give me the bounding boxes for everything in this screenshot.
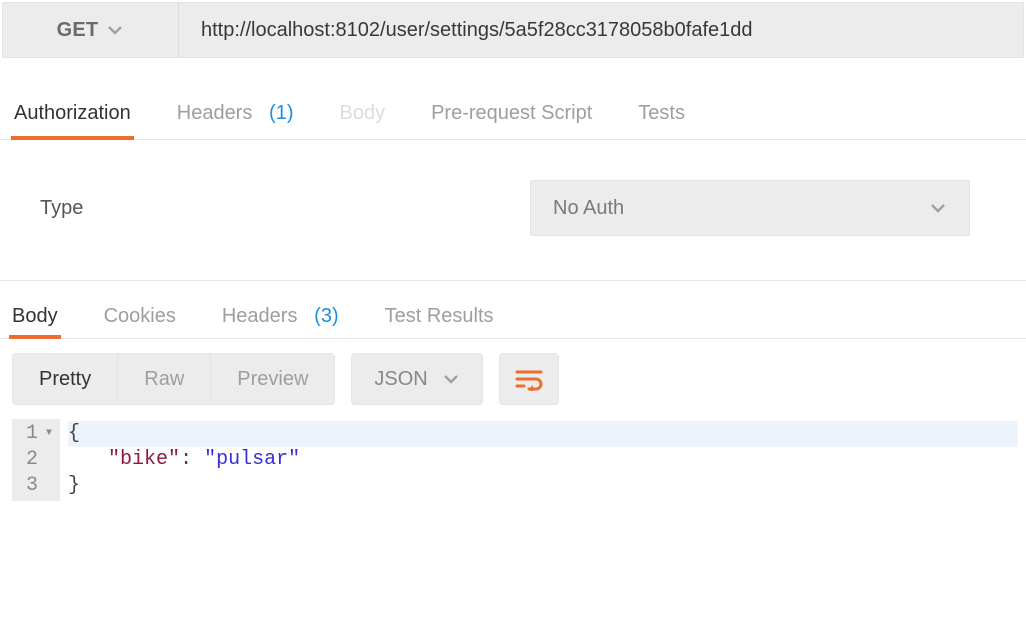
response-toolbar: Pretty Raw Preview JSON: [0, 339, 1026, 419]
format-selected-value: JSON: [374, 368, 427, 391]
view-mode-pretty[interactable]: Pretty: [13, 354, 118, 404]
tab-body[interactable]: Body: [340, 102, 386, 139]
chevron-down-icon: [929, 202, 947, 214]
response-tab-test-results[interactable]: Test Results: [385, 305, 494, 338]
view-mode-group: Pretty Raw Preview: [12, 353, 335, 405]
tab-label: Cookies: [104, 305, 176, 327]
tab-label: Headers: [222, 305, 298, 327]
auth-type-select[interactable]: No Auth: [530, 180, 970, 236]
http-method-select[interactable]: GET: [2, 2, 178, 58]
chevron-down-icon: [442, 373, 460, 385]
tab-headers[interactable]: Headers (1): [177, 102, 294, 139]
tab-label: Pre-request Script: [431, 102, 592, 124]
view-mode-label: Pretty: [39, 368, 91, 391]
tab-label: Authorization: [14, 102, 131, 124]
tab-label: Headers: [177, 102, 253, 124]
wrap-icon: [514, 367, 544, 391]
view-mode-label: Preview: [237, 368, 308, 391]
tab-authorization[interactable]: Authorization: [14, 102, 131, 139]
tab-tests[interactable]: Tests: [638, 102, 685, 139]
auth-selected-value: No Auth: [553, 197, 624, 220]
line-number: 1: [26, 421, 38, 447]
view-mode-preview[interactable]: Preview: [211, 354, 334, 404]
response-tab-headers[interactable]: Headers (3): [222, 305, 339, 338]
tab-label: Body: [340, 102, 386, 124]
tab-label: Tests: [638, 102, 685, 124]
fold-icon[interactable]: ▼: [42, 421, 52, 447]
code-content: { "bike": "pulsar" }: [60, 419, 1026, 501]
response-tab-body[interactable]: Body: [12, 305, 58, 338]
auth-panel: Type No Auth: [0, 140, 1026, 281]
response-format-select[interactable]: JSON: [351, 353, 482, 405]
http-method-label: GET: [57, 19, 99, 42]
view-mode-label: Raw: [144, 368, 184, 391]
tab-count: (1): [269, 102, 293, 124]
request-tabs: Authorization Headers (1) Body Pre-reque…: [0, 58, 1026, 140]
tab-label: Test Results: [385, 305, 494, 327]
wrap-lines-button[interactable]: [499, 353, 559, 405]
response-tab-cookies[interactable]: Cookies: [104, 305, 176, 338]
response-tabs: Body Cookies Headers (3) Test Results: [0, 281, 1026, 339]
tab-count: (3): [314, 305, 338, 327]
request-url-input[interactable]: [178, 2, 1024, 58]
line-number: 3: [26, 473, 38, 499]
line-number: 2: [26, 447, 38, 473]
tab-pre-request-script[interactable]: Pre-request Script: [431, 102, 592, 139]
response-body-code[interactable]: 1▼ 2 3 { "bike": "pulsar" }: [12, 419, 1026, 501]
auth-type-label: Type: [40, 197, 530, 220]
tab-label: Body: [12, 305, 58, 327]
chevron-down-icon: [106, 24, 124, 36]
view-mode-raw[interactable]: Raw: [118, 354, 211, 404]
code-gutter: 1▼ 2 3: [12, 419, 60, 501]
